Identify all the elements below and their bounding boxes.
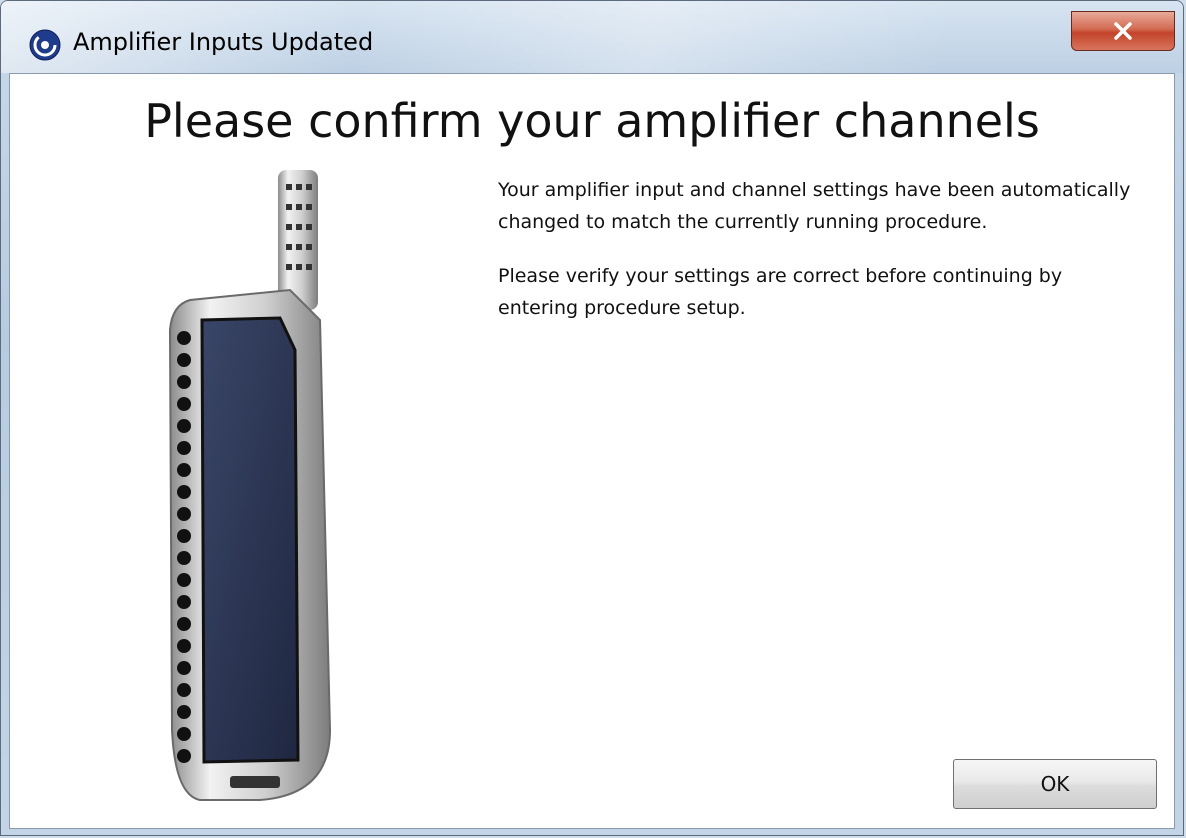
app-logo-icon: [29, 29, 61, 61]
dialog-content: Please confirm your amplifier channels Y…: [9, 73, 1175, 829]
window-title: Amplifier Inputs Updated: [73, 28, 374, 56]
dialog-heading: Please confirm your amplifier channels: [144, 94, 1040, 148]
dialog-message: Your amplifier input and channel setting…: [498, 174, 1148, 346]
dialog-window: Amplifier Inputs Updated Please confirm …: [0, 0, 1184, 836]
amplifier-device-icon: [168, 170, 332, 801]
message-paragraph-1: Your amplifier input and channel setting…: [498, 179, 1131, 233]
close-button[interactable]: [1071, 11, 1175, 51]
message-paragraph-2: Please verify your settings are correct …: [498, 265, 1063, 319]
close-icon: [1114, 22, 1132, 40]
ok-button[interactable]: OK: [953, 759, 1157, 809]
title-bar[interactable]: Amplifier Inputs Updated: [1, 1, 1183, 73]
